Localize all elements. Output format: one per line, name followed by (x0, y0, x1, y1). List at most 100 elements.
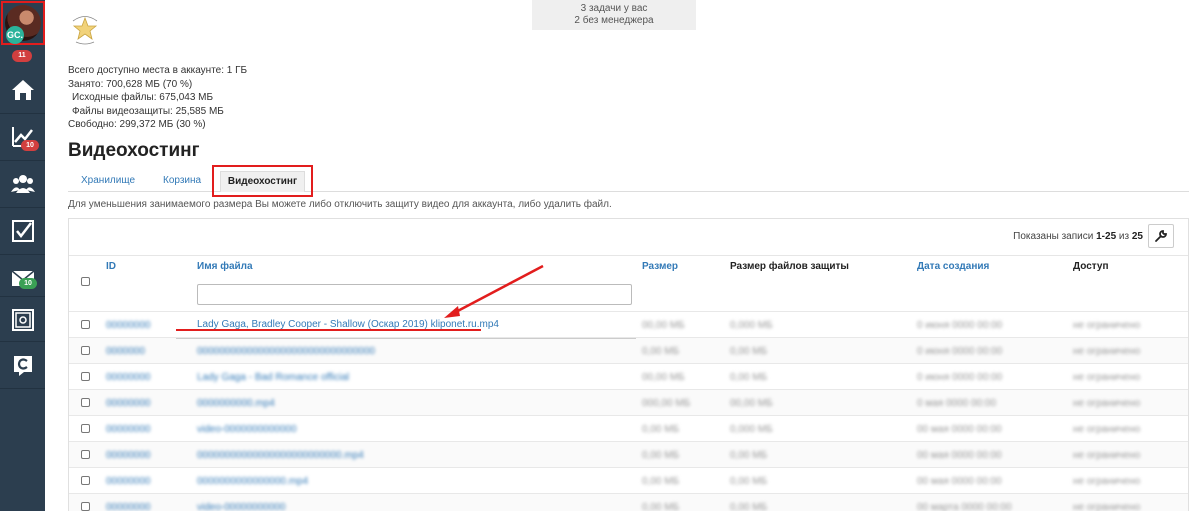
row-id[interactable]: 0000000 (106, 346, 145, 357)
page-title: Видеохостинг (68, 140, 200, 161)
row-id[interactable]: 00000000 (106, 476, 151, 487)
table-settings-button[interactable] (1148, 224, 1174, 248)
row-id[interactable]: 00000000 (106, 502, 151, 511)
row-filename[interactable]: 00000000000000000000000000000000 (197, 346, 375, 357)
row-checkbox[interactable] (81, 502, 90, 511)
column-filename[interactable]: Имя файла (197, 261, 253, 272)
row-id[interactable]: 00000000 (106, 320, 151, 331)
row-protection: 0,00 МБ (730, 502, 768, 511)
mail-badge: 10 (19, 278, 37, 289)
records-info: Показаны записи 1-25 из 25 (1013, 231, 1143, 242)
tasks-summary[interactable]: 3 задачи у вас 2 без менеджера (532, 0, 696, 30)
column-id[interactable]: ID (106, 261, 116, 272)
home-icon (11, 80, 34, 100)
row-filename[interactable]: 0000000000000000.mp4 (197, 476, 308, 487)
select-all-checkbox[interactable] (81, 277, 90, 286)
row-created: 00 мая 0000 00:00 (917, 476, 1002, 487)
storage-info: Всего доступно места в аккаунте: 1 ГБ За… (68, 64, 247, 132)
row-checkbox[interactable] (81, 450, 90, 459)
filename-filter-input[interactable] (197, 284, 632, 305)
column-size[interactable]: Размер (642, 261, 678, 272)
row-size: 00,00 МБ (642, 372, 685, 383)
row-protection: 0,00 МБ (730, 346, 768, 357)
column-created[interactable]: Дата создания (917, 261, 989, 272)
row-size: 0,00 МБ (642, 476, 680, 487)
row-filename[interactable]: video-00000000000 (197, 502, 285, 511)
row-protection: 00,00 МБ (730, 398, 773, 409)
sidebar-item-users[interactable] (0, 161, 45, 207)
row-filename[interactable]: Lady Gaga - Bad Romance official (197, 372, 349, 383)
tab-storage[interactable]: Хранилище (81, 175, 135, 186)
row-access: не ограничено (1073, 372, 1141, 383)
table-row: 00000000 video-0000000000000 0,00 МБ 0,0… (69, 415, 1188, 441)
row-checkbox[interactable] (81, 398, 90, 407)
filename-red-underline (176, 329, 481, 331)
table-row: 00000000 0000000000.mp4 000,00 МБ 00,00 … (69, 389, 1188, 415)
sidebar-item-safe[interactable] (0, 297, 45, 343)
sidebar-item-stats[interactable] (0, 114, 45, 160)
table-row: 00000000 Lady Gaga - Bad Romance officia… (69, 363, 1188, 389)
row-separator (176, 338, 636, 339)
checkbox-icon (11, 220, 34, 242)
row-protection: 0,00 МБ (730, 372, 768, 383)
sidebar-item-app[interactable] (0, 342, 45, 388)
row-id[interactable]: 00000000 (106, 450, 151, 461)
row-size: 00,00 МБ (642, 320, 685, 331)
row-created: 00 мая 0000 00:00 (917, 450, 1002, 461)
tabs: Хранилище Корзина Видеохостинг (68, 165, 1189, 197)
row-id[interactable]: 00000000 (106, 372, 151, 383)
table-row: 00000000 00000000000000000000000000.mp4 … (69, 441, 1188, 467)
table-row: 00000000 video-00000000000 0,00 МБ 0,00 … (69, 493, 1188, 511)
row-checkbox[interactable] (81, 424, 90, 433)
avatar-highlight-frame[interactable]: GC. (1, 1, 45, 45)
tab-videohosting[interactable]: Видеохостинг (220, 171, 305, 192)
hint-text: Для уменьшения занимаемого размера Вы мо… (68, 199, 612, 210)
stats-badge: 10 (21, 140, 39, 151)
users-icon (10, 175, 35, 193)
row-access: не ограничено (1073, 346, 1141, 357)
tasks-mine: 3 задачи у вас (580, 3, 648, 14)
row-created: 00 мая 0000 00:00 (917, 424, 1002, 435)
storage-free: Свободно: 299,372 МБ (30 %) (68, 119, 206, 131)
storage-total: Всего доступно места в аккаунте: 1 ГБ (68, 65, 248, 76)
sidebar-item-home[interactable] (0, 67, 45, 113)
row-id[interactable]: 00000000 (106, 398, 151, 409)
table-row: 00000000 Lady Gaga, Bradley Cooper - Sha… (69, 311, 1188, 337)
safe-icon (11, 309, 34, 331)
row-filename[interactable]: 0000000000.mp4 (197, 398, 275, 409)
row-protection: 0,00 МБ (730, 476, 768, 487)
row-access: не ограничено (1073, 424, 1141, 435)
sidebar-item-tasks[interactable] (0, 208, 45, 254)
row-checkbox[interactable] (81, 346, 90, 355)
row-size: 000,00 МБ (642, 398, 691, 409)
row-checkbox[interactable] (81, 372, 90, 381)
files-table: Показаны записи 1-25 из 25 ID Имя файла … (68, 218, 1189, 511)
table-row: 0000000 00000000000000000000000000000000… (69, 337, 1188, 363)
row-created: 0 июня 0000 00:00 (917, 372, 1003, 383)
row-size: 0,00 МБ (642, 424, 680, 435)
records-range: 1-25 (1096, 231, 1117, 242)
row-protection: 0,000 МБ (730, 424, 773, 435)
records-total: 25 (1131, 231, 1143, 242)
c-logo-icon (13, 356, 32, 376)
row-filename[interactable]: 00000000000000000000000000.mp4 (197, 450, 364, 461)
row-checkbox[interactable] (81, 476, 90, 485)
school-logo[interactable] (68, 12, 102, 46)
row-protection: 0,000 МБ (730, 320, 773, 331)
row-access: не ограничено (1073, 398, 1141, 409)
row-access: не ограничено (1073, 476, 1141, 487)
row-size: 0,00 МБ (642, 502, 680, 511)
storage-used: Занято: 700,628 МБ (70 %) (68, 78, 193, 90)
row-access: не ограничено (1073, 450, 1141, 461)
row-checkbox[interactable] (81, 320, 90, 329)
storage-protection: Файлы видеозащиты: 25,585 МБ (72, 105, 224, 117)
row-filename[interactable]: video-0000000000000 (197, 424, 297, 435)
row-id[interactable]: 00000000 (106, 424, 151, 435)
sidebar: GC. 11 10 10 (0, 0, 45, 511)
row-protection: 0,00 МБ (730, 450, 768, 461)
table-row: 00000000 0000000000000000.mp4 0,00 МБ 0,… (69, 467, 1188, 493)
row-access: не ограничено (1073, 502, 1141, 511)
records-middle: из (1116, 231, 1132, 242)
tab-trash[interactable]: Корзина (163, 175, 201, 186)
row-access: не ограничено (1073, 320, 1141, 331)
